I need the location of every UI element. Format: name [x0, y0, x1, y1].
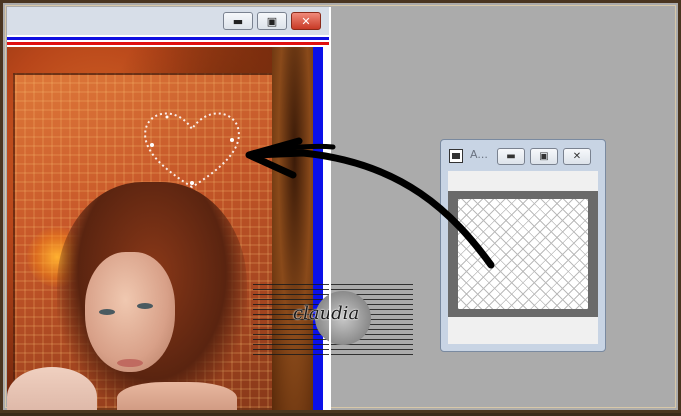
app-icon: [449, 149, 463, 163]
minimize-button[interactable]: ▬: [223, 12, 253, 30]
portrait-hand: [117, 382, 237, 410]
preview-window[interactable]: A... ▬ ▣ ✕: [440, 139, 606, 352]
minimize-icon: ▬: [506, 151, 516, 162]
preview-minimize-button[interactable]: ▬: [497, 148, 525, 165]
sparkle-heart-icon: [144, 112, 240, 189]
transparent-layer-preview[interactable]: [458, 199, 588, 309]
maximize-icon: ▣: [266, 14, 278, 28]
blue-border-strip: [313, 47, 323, 410]
portrait-lips: [117, 359, 143, 367]
preview-close-button[interactable]: ✕: [563, 148, 591, 165]
watermark-text: claudia: [293, 303, 360, 324]
close-icon: ✕: [301, 14, 311, 28]
preview-frame: [448, 191, 598, 317]
portrait-left-eye: [99, 309, 115, 315]
preview-toolbar: [448, 171, 598, 191]
close-button[interactable]: ✕: [291, 12, 321, 30]
outer-frame: ▬ ▣ ✕ claudia A... ▬ ▣ ✕: [0, 0, 681, 413]
maximize-button[interactable]: ▣: [257, 12, 287, 30]
preview-maximize-button[interactable]: ▣: [530, 148, 558, 165]
preview-status-area: [448, 317, 598, 344]
image-window-titlebar[interactable]: ▬ ▣ ✕: [7, 7, 329, 35]
watermark-logo: claudia: [253, 281, 413, 355]
portrait-right-eye: [137, 303, 153, 309]
maximize-icon: ▣: [539, 151, 549, 162]
dark-flower-decoration: [272, 47, 317, 410]
red-blue-stripe-border: [7, 35, 329, 47]
preview-window-title: A...: [470, 148, 488, 161]
close-icon: ✕: [572, 151, 582, 162]
preview-window-titlebar[interactable]: A... ▬ ▣ ✕: [441, 140, 605, 170]
image-canvas[interactable]: [7, 47, 313, 410]
minimize-icon: ▬: [232, 14, 244, 28]
window-divider: [329, 7, 331, 410]
